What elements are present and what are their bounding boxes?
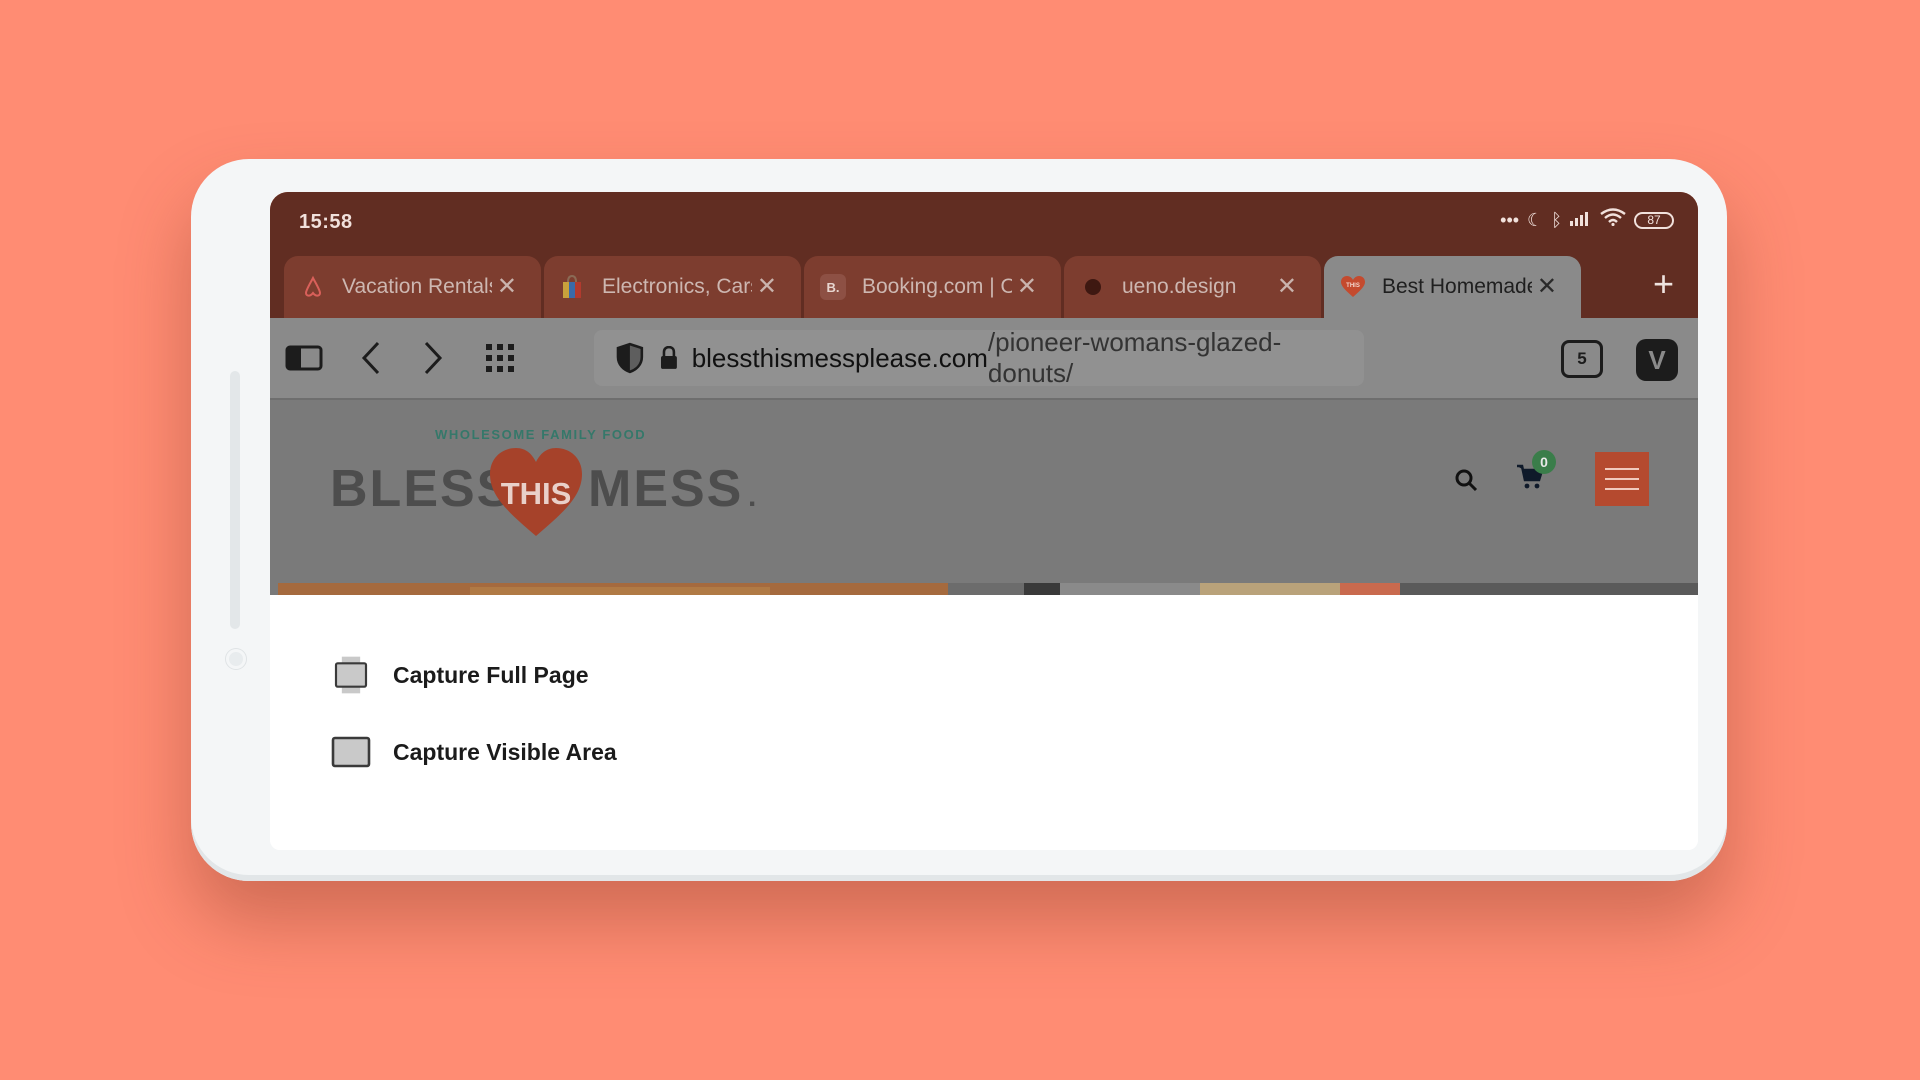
battery-icon: 87 xyxy=(1634,211,1674,229)
cart-count-badge: 0 xyxy=(1532,450,1556,474)
more-dots-icon: ••• xyxy=(1500,210,1520,230)
speed-dial-button[interactable] xyxy=(484,318,516,398)
shield-icon xyxy=(616,342,644,374)
new-tab-plus-icon[interactable]: + xyxy=(1653,264,1674,304)
status-icons: ••• ☾ ᛒ 87 xyxy=(1500,208,1674,232)
tab-booking[interactable]: B. Booking.com | Official site ✕ xyxy=(804,256,1061,318)
hero-image-preview xyxy=(270,583,1698,595)
moon-icon: ☾ xyxy=(1527,210,1544,230)
site-tagline: WHOLESOME FAMILY FOOD xyxy=(435,427,647,442)
bluetooth-icon: ᛒ xyxy=(1551,210,1562,230)
logo-registered-mark: . xyxy=(748,480,759,513)
browser-toolbar: blessthismessplease.com/pioneer-womans-g… xyxy=(270,318,1698,398)
dimmed-browser-area: 15:58 ••• ☾ ᛒ 87 Vacation Rentals ✕ Elec… xyxy=(270,192,1698,595)
close-icon[interactable]: ✕ xyxy=(1277,272,1297,301)
capture-visible-area-label: Capture Visible Area xyxy=(393,738,617,765)
close-icon[interactable]: ✕ xyxy=(497,272,517,301)
tab-vacation-rentals[interactable]: Vacation Rentals ✕ xyxy=(284,256,541,318)
phone-frame: 15:58 ••• ☾ ᛒ 87 Vacation Rentals ✕ Elec… xyxy=(191,159,1727,881)
close-icon[interactable]: ✕ xyxy=(1537,272,1557,301)
booking-icon: B. xyxy=(820,274,846,300)
lock-icon xyxy=(660,346,677,369)
panel-toggle-button[interactable] xyxy=(284,318,324,398)
hamburger-line xyxy=(1605,488,1639,490)
vivaldi-menu-icon[interactable]: V xyxy=(1636,339,1678,381)
close-icon[interactable]: ✕ xyxy=(1017,272,1037,301)
hero-image-strip xyxy=(270,583,1698,595)
capture-full-page-label: Capture Full Page xyxy=(393,661,589,688)
airbnb-icon xyxy=(300,274,326,300)
forward-button[interactable] xyxy=(418,318,448,398)
svg-text:THIS: THIS xyxy=(1346,283,1360,289)
visible-area-capture-icon xyxy=(331,736,371,768)
signal-icon xyxy=(1570,208,1592,232)
logo-word-this: THIS xyxy=(500,476,572,511)
hamburger-line xyxy=(1605,478,1639,480)
website-header: WHOLESOME FAMILY FOOD BLESS THIS MESS . … xyxy=(270,398,1698,595)
close-icon[interactable]: ✕ xyxy=(757,272,777,301)
phone-side-button xyxy=(226,649,246,669)
tab-bar: Vacation Rentals ✕ Electronics, Cars ✕ B… xyxy=(270,254,1698,318)
tab-title: ueno.design xyxy=(1122,275,1237,298)
address-bar[interactable]: blessthismessplease.com/pioneer-womans-g… xyxy=(594,327,1364,388)
capture-menu-sheet: Capture Full Page Capture Visible Area xyxy=(270,595,1698,850)
tab-best-homemade-donuts[interactable]: THIS Best Homemade Donuts ✕ xyxy=(1324,256,1581,318)
chevron-right-icon xyxy=(424,341,443,375)
hamburger-line xyxy=(1605,468,1639,470)
tab-title: Electronics, Cars xyxy=(602,275,752,298)
site-search-button[interactable] xyxy=(1454,468,1478,497)
capture-full-page-option[interactable]: Capture Full Page xyxy=(328,655,589,695)
site-menu-button[interactable] xyxy=(1595,452,1649,506)
wifi-icon xyxy=(1600,208,1626,232)
search-icon xyxy=(1455,469,1478,492)
url-domain: blessthismessplease.com xyxy=(691,342,988,373)
tab-title: Vacation Rentals xyxy=(342,275,492,298)
tab-title: Booking.com | Official site xyxy=(862,275,1012,298)
status-time: 15:58 xyxy=(299,211,353,233)
url-path: /pioneer-womans-glazed-donuts/ xyxy=(987,327,1282,388)
tab-electronics[interactable]: Electronics, Cars ✕ xyxy=(544,256,801,318)
full-page-capture-icon xyxy=(334,656,368,694)
logo-word-bless: BLESS xyxy=(330,460,514,518)
back-button[interactable] xyxy=(356,318,386,398)
tab-title: Best Homemade Donuts xyxy=(1382,275,1532,298)
logo-word-mess: MESS xyxy=(588,460,744,518)
capture-visible-area-option[interactable]: Capture Visible Area xyxy=(328,732,617,772)
chevron-left-icon xyxy=(361,341,380,375)
panel-icon xyxy=(285,345,323,371)
tab-ueno-design[interactable]: ueno.design ✕ xyxy=(1064,256,1321,318)
status-bar: 15:58 ••• ☾ ᛒ 87 xyxy=(270,192,1698,254)
grid-icon xyxy=(486,344,514,372)
shopping-bag-icon xyxy=(560,274,586,300)
bless-this-mess-icon: THIS xyxy=(1340,274,1366,300)
phone-screen: 15:58 ••• ☾ ᛒ 87 Vacation Rentals ✕ Elec… xyxy=(270,192,1698,850)
tab-count-button[interactable]: 5 xyxy=(1561,340,1603,378)
dot-icon xyxy=(1080,274,1106,300)
phone-side-bar xyxy=(230,371,240,629)
